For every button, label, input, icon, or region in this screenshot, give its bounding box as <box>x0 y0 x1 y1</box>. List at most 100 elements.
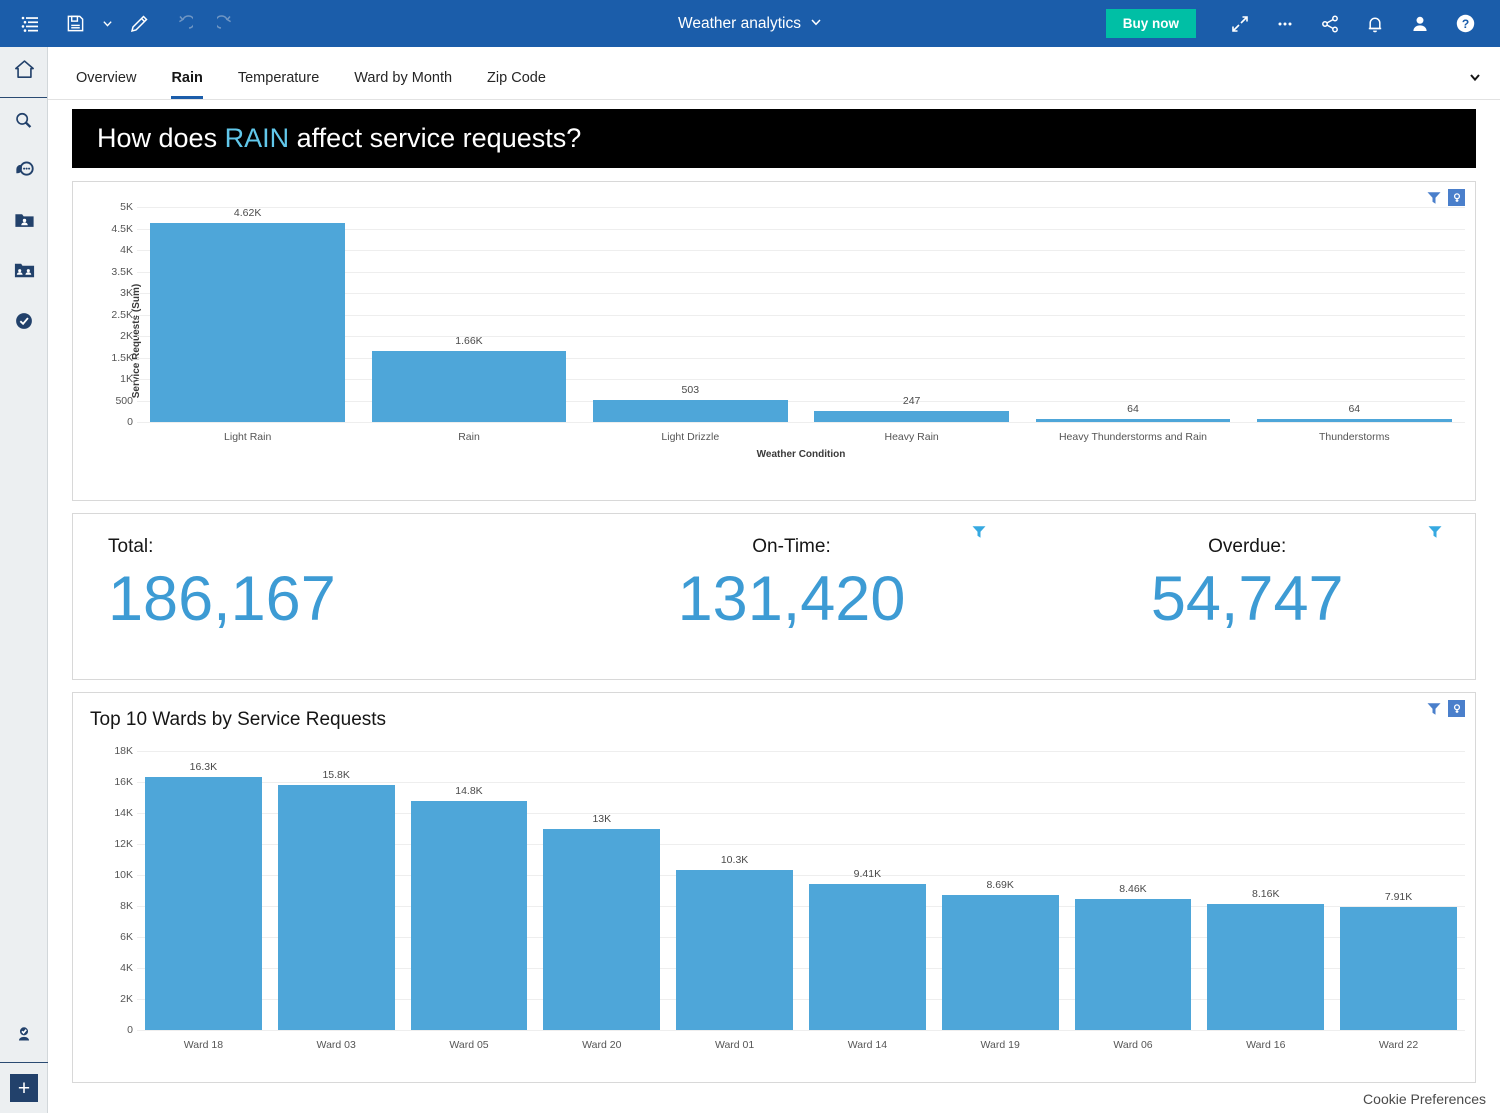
bar[interactable] <box>1256 419 1452 422</box>
tab-ward-by-month[interactable]: Ward by Month <box>354 70 452 100</box>
bar-value-label: 64 <box>1348 403 1361 416</box>
sidebar-item-create-new[interactable]: + <box>0 1063 48 1113</box>
chevron-down-icon[interactable] <box>1468 70 1482 89</box>
bar[interactable] <box>1207 903 1325 1030</box>
bar[interactable] <box>814 411 1010 422</box>
x-tick-label: Thunderstorms <box>1319 431 1390 443</box>
key-magnifier-icon[interactable] <box>1448 700 1465 717</box>
bar[interactable] <box>144 777 262 1030</box>
x-tick-label: Ward 20 <box>582 1039 622 1051</box>
workbook-title-caret-icon[interactable] <box>810 15 822 33</box>
left-sidebar: + <box>0 47 48 1113</box>
bar-column[interactable]: 64 <box>1022 207 1243 422</box>
y-tick-label: 2K <box>120 330 133 342</box>
bar-value-label: 16.3K <box>189 761 218 774</box>
bar[interactable] <box>277 785 395 1030</box>
bar-column[interactable]: 247 <box>801 207 1022 422</box>
bar-column[interactable]: 10.3K <box>668 751 801 1030</box>
bar-column[interactable]: 16.3K <box>137 751 270 1030</box>
weather-condition-chart-card: Service Requests (Sum) 0 500 1K 1.5K 2K 2.5K 3… <box>72 181 1476 501</box>
x-tick-label: Ward 16 <box>1246 1039 1286 1051</box>
bar[interactable] <box>808 884 926 1030</box>
bar-column[interactable]: 1.66K <box>358 207 579 422</box>
gridline <box>137 1030 1465 1031</box>
tab-overview[interactable]: Overview <box>76 70 136 100</box>
sidebar-bottom: + <box>0 1012 48 1113</box>
top-wards-chart-card: Top 10 Wards by Service Requests 0 2K 4K 6K… <box>72 692 1476 1083</box>
bar-column[interactable]: 7.91K <box>1332 751 1465 1030</box>
tab-temperature[interactable]: Temperature <box>238 70 319 100</box>
y-tick-label: 6K <box>120 931 133 943</box>
filter-funnel-icon[interactable] <box>1426 701 1442 717</box>
kpi-total-label: Total: <box>108 536 154 557</box>
edit-pencil-icon[interactable] <box>118 4 160 44</box>
x-tick-label: Ward 18 <box>183 1039 224 1051</box>
kpi-total: Total: 186,167 <box>73 514 564 679</box>
bar[interactable] <box>543 828 661 1030</box>
share-icon[interactable] <box>1309 4 1351 44</box>
save-dropdown-caret-icon[interactable] <box>98 4 116 44</box>
bar[interactable] <box>371 350 567 422</box>
sidebar-item-account[interactable] <box>0 1012 48 1062</box>
sidebar-item-my-content[interactable] <box>0 198 48 248</box>
x-tick-label: Ward 19 <box>980 1039 1020 1051</box>
bar[interactable] <box>150 223 346 422</box>
bar[interactable] <box>1340 907 1457 1030</box>
bar-column[interactable]: 503 <box>580 207 801 422</box>
chart1-x-axis-title: Weather Condition <box>756 449 846 460</box>
menu-list-icon[interactable] <box>10 4 52 44</box>
bar-value-label: 64 <box>1127 403 1139 416</box>
workbook-title-button[interactable]: Weather analytics <box>678 15 822 33</box>
cookie-preferences-link[interactable]: Cookie Preferences <box>1357 1091 1486 1107</box>
bar-column[interactable]: 4.62K <box>137 207 358 422</box>
bar-column[interactable]: 14.8K <box>403 751 536 1030</box>
bar[interactable] <box>592 400 788 422</box>
y-tick-label: 0 <box>127 416 133 428</box>
bar-column[interactable]: 8.16K <box>1199 751 1332 1030</box>
chart2-plot-area: 16.3K 15.8K 14.8K 13K 10.3K 9.41K 8.69K 8.46K 8.… <box>137 751 1465 1031</box>
user-account-icon[interactable] <box>1399 4 1441 44</box>
bar-column[interactable]: 8.46K <box>1067 751 1200 1030</box>
bar[interactable] <box>676 870 794 1030</box>
sidebar-item-conversation[interactable] <box>0 148 48 198</box>
x-tick-label: Light Rain <box>224 431 272 443</box>
bar-column[interactable]: 9.41K <box>801 751 934 1030</box>
filter-funnel-icon[interactable] <box>971 524 987 545</box>
bar-value-label: 1.66K <box>455 334 483 347</box>
bar[interactable] <box>410 800 528 1030</box>
notifications-bell-icon[interactable] <box>1354 4 1396 44</box>
bar-value-label: 8.46K <box>1119 882 1147 895</box>
sidebar-item-shared-content[interactable] <box>0 248 48 298</box>
bar-column[interactable]: 13K <box>535 751 668 1030</box>
chart2-tools <box>1426 700 1465 717</box>
top-wards-plot: 0 2K 4K 6K 8K 10K 12K 14K 16K 18K 16.3K 15.8K 14.8K… <box>73 739 1475 1059</box>
bar-column[interactable]: 15.8K <box>270 751 403 1030</box>
bar[interactable] <box>941 895 1059 1030</box>
undo-icon[interactable] <box>162 4 204 44</box>
sidebar-item-tasks[interactable] <box>0 298 48 348</box>
more-options-icon[interactable] <box>1264 4 1306 44</box>
bar-column[interactable]: 8.69K <box>934 751 1067 1030</box>
dashboard-canvas: How does RAIN affect service requests? S… <box>48 100 1500 1113</box>
weather-condition-plot: Service Requests (Sum) 0 500 1K 1.5K 2K 2.5K 3… <box>73 182 1475 500</box>
x-tick-label: Heavy Thunderstorms and Rain <box>1058 431 1207 443</box>
bar-value-label: 13K <box>592 812 612 825</box>
redo-icon[interactable] <box>206 4 248 44</box>
buy-now-button[interactable]: Buy now <box>1105 9 1196 38</box>
tab-zip-code[interactable]: Zip Code <box>487 70 546 100</box>
fullscreen-icon[interactable] <box>1219 4 1261 44</box>
chart2-bars: 16.3K 15.8K 14.8K 13K 10.3K 9.41K 8.69K 8.46K 8.… <box>137 751 1465 1030</box>
chart1-x-tick-labels: Light Rain Rain Light Drizzle Heavy Rain Hea… <box>137 431 1465 443</box>
chart2-y-tick-labels: 0 2K 4K 6K 8K 10K 12K 14K 16K 18K <box>91 745 133 1036</box>
filter-funnel-icon[interactable] <box>1427 524 1443 545</box>
bar-column[interactable]: 64 <box>1244 207 1465 422</box>
bar[interactable] <box>1074 898 1192 1030</box>
help-icon[interactable]: ? <box>1444 4 1486 44</box>
save-icon[interactable] <box>54 4 96 44</box>
bar[interactable] <box>1035 419 1231 422</box>
tab-rain[interactable]: Rain <box>171 70 203 99</box>
folder-cards-icon <box>13 259 36 287</box>
sidebar-item-search[interactable] <box>0 98 48 148</box>
sidebar-item-home[interactable] <box>0 47 48 97</box>
x-tick-label: Ward 22 <box>1378 1039 1419 1051</box>
